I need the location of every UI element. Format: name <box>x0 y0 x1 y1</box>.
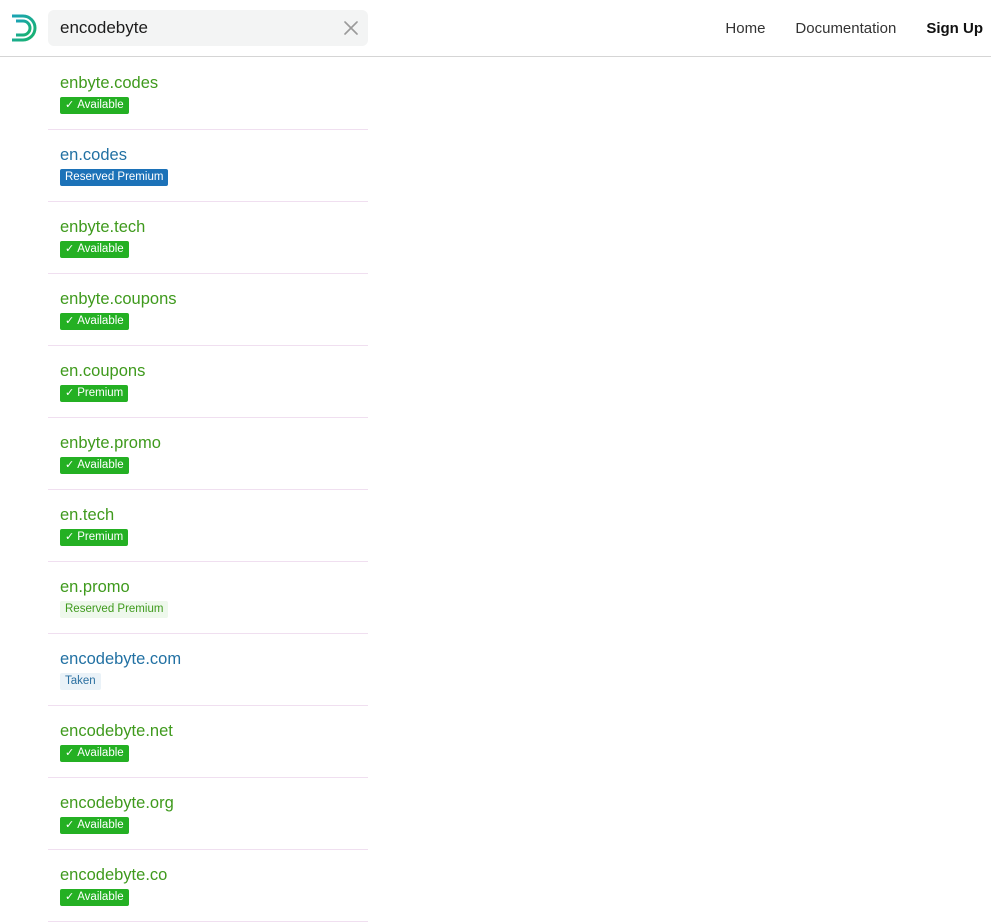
status-badge-label: Available <box>77 747 124 759</box>
domain-results-list: enbyte.codes ✓ Available en.codes Reserved P… <box>48 58 368 922</box>
close-icon[interactable] <box>334 10 368 46</box>
status-badge-label: Available <box>77 243 124 255</box>
check-icon: ✓ <box>65 531 75 543</box>
domain-name-link[interactable]: encodebyte.org <box>60 792 356 814</box>
check-icon: ✓ <box>65 387 75 399</box>
search-box <box>48 10 368 46</box>
status-badge-label: Available <box>77 891 124 903</box>
status-badge: ✓ Available <box>60 97 129 114</box>
status-badge: Reserved Premium <box>60 601 169 618</box>
sign-up-link[interactable]: Sign Up <box>926 20 983 37</box>
status-badge-label: Premium <box>77 531 124 543</box>
domain-result-row[interactable]: encodebyte.org ✓ Available <box>48 778 368 850</box>
status-badge-label: Taken <box>65 675 96 687</box>
domain-result-row[interactable]: enbyte.coupons ✓ Available <box>48 274 368 346</box>
check-icon: ✓ <box>65 315 75 327</box>
domain-result-row[interactable]: enbyte.tech ✓ Available <box>48 202 368 274</box>
domain-result-row[interactable]: encodebyte.net ✓ Available <box>48 706 368 778</box>
check-icon: ✓ <box>65 891 75 903</box>
check-icon: ✓ <box>65 99 75 111</box>
status-badge: ✓ Available <box>60 313 129 330</box>
check-icon: ✓ <box>65 459 75 471</box>
domain-result-row[interactable]: en.codes Reserved Premium <box>48 130 368 202</box>
domain-name-link[interactable]: encodebyte.net <box>60 720 356 742</box>
domain-result-row[interactable]: encodebyte.com Taken <box>48 634 368 706</box>
status-badge: ✓ Premium <box>60 529 129 546</box>
domain-name-link[interactable]: enbyte.tech <box>60 216 356 238</box>
domain-name-link[interactable]: en.promo <box>60 576 356 598</box>
status-badge: ✓ Available <box>60 745 129 762</box>
search-input[interactable] <box>48 10 334 46</box>
top-bar: Home Documentation Sign Up <box>0 0 991 57</box>
status-badge: ✓ Available <box>60 457 129 474</box>
status-badge: ✓ Available <box>60 817 129 834</box>
domain-name-link[interactable]: encodebyte.co <box>60 864 356 886</box>
logo-d-icon[interactable] <box>8 12 40 44</box>
domain-result-row[interactable]: en.promo Reserved Premium <box>48 562 368 634</box>
status-badge: Taken <box>60 673 101 690</box>
domain-result-row[interactable]: enbyte.promo ✓ Available <box>48 418 368 490</box>
nav-documentation-link[interactable]: Documentation <box>795 20 896 37</box>
status-badge: Reserved Premium <box>60 169 169 186</box>
status-badge-label: Available <box>77 459 124 471</box>
check-icon: ✓ <box>65 243 75 255</box>
status-badge-label: Reserved Premium <box>65 171 164 183</box>
status-badge: ✓ Available <box>60 241 129 258</box>
domain-result-row[interactable]: en.coupons ✓ Premium <box>48 346 368 418</box>
domain-name-link[interactable]: en.tech <box>60 504 356 526</box>
domain-name-link[interactable]: enbyte.coupons <box>60 288 356 310</box>
domain-result-row[interactable]: enbyte.codes ✓ Available <box>48 58 368 130</box>
status-badge-label: Available <box>77 99 124 111</box>
domain-name-link[interactable]: enbyte.codes <box>60 72 356 94</box>
domain-name-link[interactable]: en.coupons <box>60 360 356 382</box>
check-icon: ✓ <box>65 747 75 759</box>
status-badge-label: Reserved Premium <box>65 603 164 615</box>
status-badge-label: Available <box>77 315 124 327</box>
main-nav: Home Documentation Sign Up <box>695 0 983 56</box>
domain-result-row[interactable]: en.tech ✓ Premium <box>48 490 368 562</box>
domain-name-link[interactable]: en.codes <box>60 144 356 166</box>
status-badge: ✓ Available <box>60 889 129 906</box>
domain-result-row[interactable]: encodebyte.co ✓ Available <box>48 850 368 922</box>
domain-name-link[interactable]: enbyte.promo <box>60 432 356 454</box>
status-badge-label: Premium <box>77 387 124 399</box>
status-badge: ✓ Premium <box>60 385 129 402</box>
check-icon: ✓ <box>65 819 75 831</box>
domain-name-link[interactable]: encodebyte.com <box>60 648 356 670</box>
status-badge-label: Available <box>77 819 124 831</box>
nav-home-link[interactable]: Home <box>725 20 765 37</box>
